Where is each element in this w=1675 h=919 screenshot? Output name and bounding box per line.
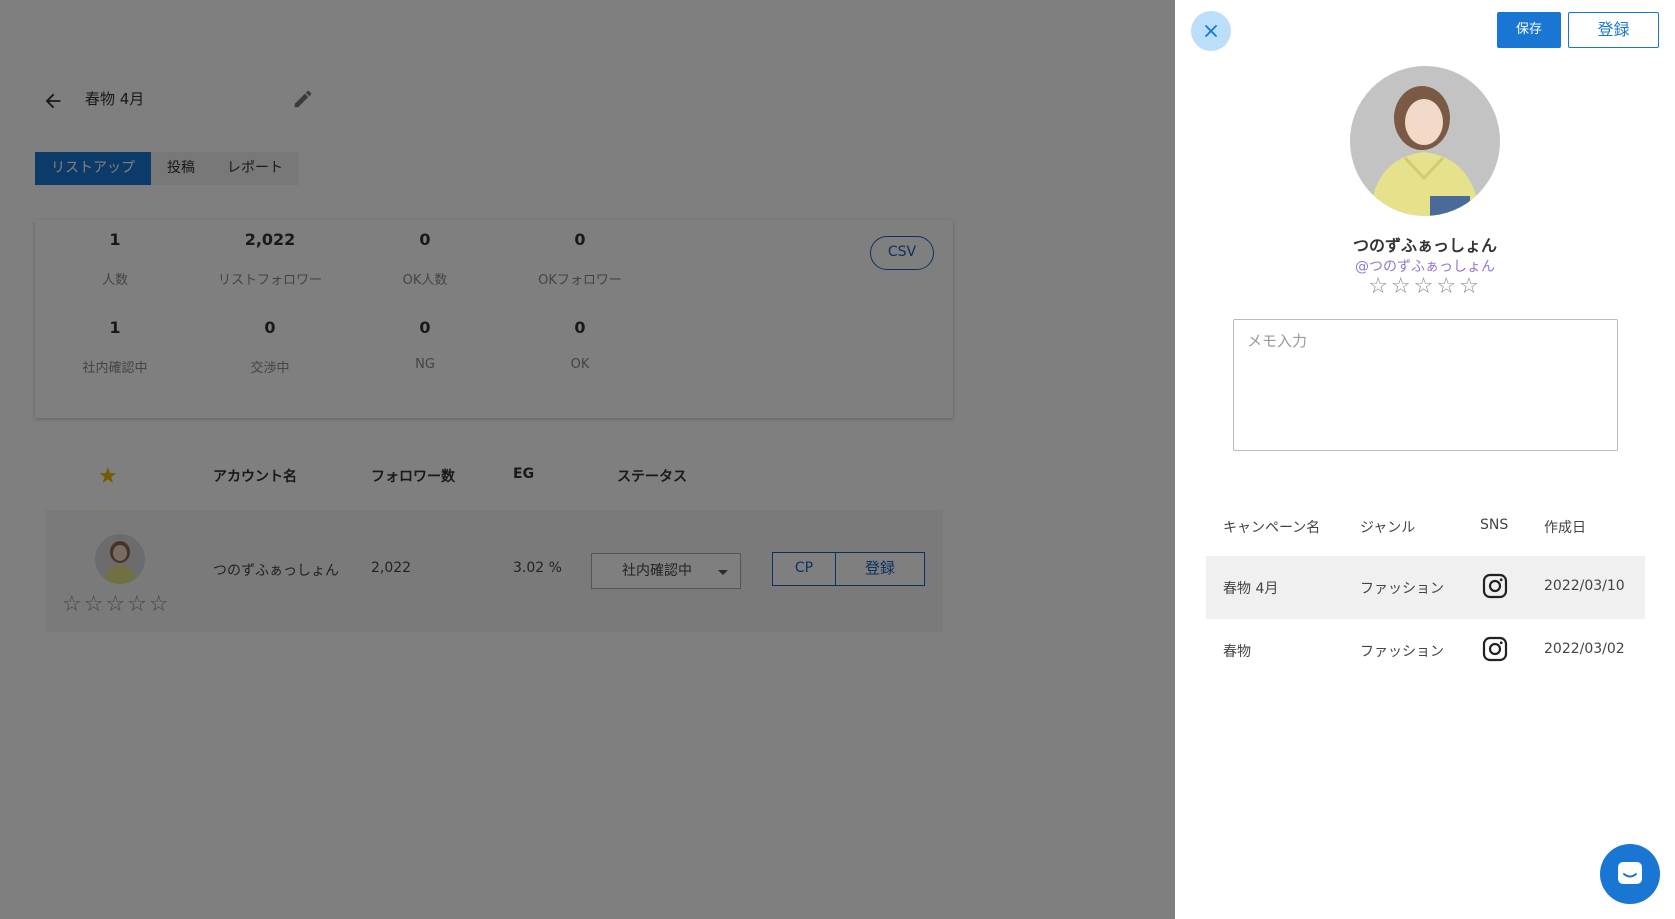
memo-input[interactable] xyxy=(1233,319,1618,451)
profile-name: つのずふぁっしょん xyxy=(1352,236,1497,255)
influencer-detail-panel: 保存 登録 つのずふぁっしょん @つのずふぁっしょん ☆☆☆☆☆ キャンペーン名… xyxy=(1175,0,1675,919)
chat-icon xyxy=(1618,862,1642,884)
campaign-column-sns: SNS xyxy=(1480,517,1509,533)
campaign-column-name: キャンペーン名 xyxy=(1223,520,1321,536)
campaign-name: 春物 xyxy=(1223,644,1251,660)
campaign-column-date: 作成日 xyxy=(1544,520,1586,536)
save-button[interactable]: 保存 xyxy=(1497,12,1561,48)
campaign-date: 2022/03/10 xyxy=(1544,578,1625,594)
campaign-genre: ファッション xyxy=(1360,644,1444,660)
register-button[interactable]: 登録 xyxy=(1568,12,1659,48)
campaign-column-genre: ジャンル xyxy=(1360,520,1416,536)
profile-rating-stars[interactable]: ☆☆☆☆☆ xyxy=(1175,274,1675,299)
close-icon xyxy=(1205,25,1217,37)
campaign-date: 2022/03/02 xyxy=(1544,641,1625,657)
instagram-icon xyxy=(1482,636,1508,662)
campaign-genre: ファッション xyxy=(1360,581,1444,597)
campaign-row[interactable]: 春物 4月 ファッション 2022/03/10 xyxy=(1206,556,1645,619)
campaign-row[interactable]: 春物 ファッション 2022/03/02 xyxy=(1206,619,1645,682)
campaign-name: 春物 4月 xyxy=(1223,581,1279,597)
close-button[interactable] xyxy=(1191,11,1231,51)
profile-handle[interactable]: @つのずふぁっしょん xyxy=(1175,256,1675,276)
chat-launcher-button[interactable] xyxy=(1600,844,1660,904)
profile-photo xyxy=(1350,66,1500,216)
instagram-icon xyxy=(1482,573,1508,599)
